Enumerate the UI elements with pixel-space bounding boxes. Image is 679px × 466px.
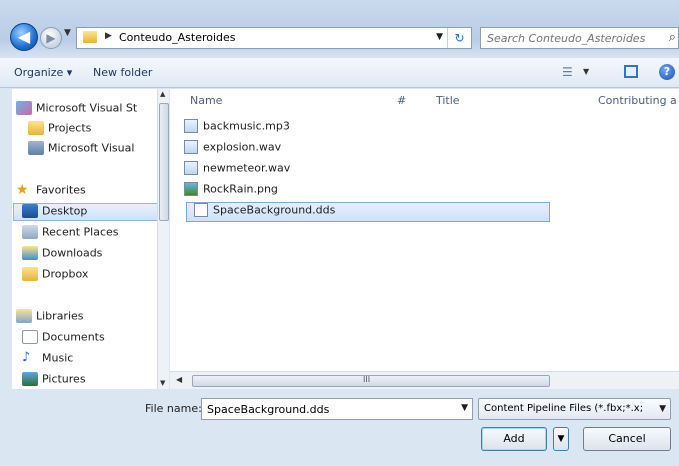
image-file-icon (184, 182, 198, 196)
nav-vertical-scrollbar[interactable]: ▲ ▼ (157, 89, 169, 389)
visual-studio-folder-icon (28, 141, 44, 155)
file-row[interactable]: backmusic.mp3 (184, 119, 634, 139)
audio-file-icon (184, 161, 198, 175)
chevron-down-icon[interactable]: ▼ (659, 404, 666, 414)
nav-item-desktop[interactable]: Desktop (13, 203, 168, 221)
folder-icon (28, 121, 44, 135)
file-row[interactable]: newmeteor.wav (184, 161, 634, 181)
scroll-grip: III (363, 375, 371, 384)
forward-arrow-icon: ▶ (46, 31, 56, 45)
preview-pane-icon[interactable] (624, 65, 638, 78)
breadcrumb-current-folder[interactable]: Conteudo_Asteroides (119, 31, 236, 44)
cancel-button[interactable]: Cancel (583, 427, 671, 451)
address-dropdown-icon[interactable]: ▼ (436, 32, 443, 42)
address-row: ◀ ▶ ▼ ▶ Conteudo_Asteroides ▼ ↻ ⌕ (0, 18, 679, 58)
nav-item-music[interactable]: ♪ Music (22, 351, 73, 369)
refresh-button[interactable]: ↻ (447, 28, 471, 48)
scroll-left-icon[interactable]: ◀ (176, 375, 182, 384)
nav-item-visual-studio[interactable]: Microsoft Visual St (16, 101, 137, 119)
file-name-combobox[interactable]: ▼ (201, 398, 473, 420)
recent-pages-dropdown-icon[interactable]: ▼ (64, 28, 71, 38)
file-name-input[interactable] (207, 401, 447, 417)
scroll-down-icon[interactable]: ▼ (160, 379, 165, 387)
help-icon[interactable]: ? (659, 64, 675, 80)
nav-item-libraries[interactable]: Libraries (16, 309, 84, 327)
column-header-contributing-artists[interactable]: Contributing a (598, 94, 677, 107)
file-type-select[interactable]: Content Pipeline Files (*.fbx;*.x; ▼ (478, 398, 671, 420)
file-row-selected[interactable]: SpaceBackground.dds (186, 202, 550, 222)
forward-button[interactable]: ▶ (40, 27, 62, 49)
file-name-label: File name: (145, 402, 202, 415)
nav-item-favorites[interactable]: ★ Favorites (16, 183, 86, 201)
file-row[interactable]: RockRain.png (184, 182, 634, 202)
navigation-pane: Microsoft Visual St Projects Microsoft V… (12, 89, 169, 389)
nav-item-microsoft-visual[interactable]: Microsoft Visual (28, 141, 134, 159)
star-icon: ★ (16, 182, 29, 198)
file-dialog-window: ◀ ▶ ▼ ▶ Conteudo_Asteroides ▼ ↻ ⌕ Organi… (0, 0, 679, 466)
column-header-number[interactable]: # (397, 94, 406, 107)
file-row[interactable]: explosion.wav (184, 140, 634, 160)
libraries-icon (16, 309, 32, 323)
file-list-horizontal-scrollbar[interactable]: ◀ III (170, 371, 679, 389)
nav-item-projects[interactable]: Projects (28, 121, 91, 139)
view-dropdown-icon[interactable]: ▼ (583, 67, 589, 76)
search-icon[interactable]: ⌕ (669, 30, 676, 45)
chevron-down-icon: ▼ (557, 434, 565, 444)
refresh-icon: ↻ (454, 31, 465, 45)
search-input[interactable] (487, 30, 657, 46)
nav-item-recent-places[interactable]: Recent Places (22, 225, 119, 243)
breadcrumb-chevron-icon[interactable]: ▶ (105, 31, 112, 41)
command-toolbar: Organize ▾ New folder ☰ ▼ ? (0, 58, 679, 88)
documents-icon (22, 330, 38, 344)
new-folder-button[interactable]: New folder (93, 66, 152, 79)
nav-item-documents[interactable]: Documents (22, 330, 105, 348)
back-arrow-icon: ◀ (17, 27, 31, 46)
file-list-scroll-thumb[interactable]: III (192, 375, 550, 387)
search-box[interactable]: ⌕ (480, 27, 679, 49)
pictures-icon (22, 372, 38, 386)
chevron-down-icon[interactable]: ▼ (461, 403, 468, 413)
generic-file-icon (194, 203, 208, 217)
desktop-icon (22, 204, 38, 218)
downloads-icon (22, 246, 38, 260)
scroll-up-icon[interactable]: ▲ (160, 90, 165, 98)
folder-icon (83, 31, 97, 43)
column-header-name[interactable]: Name (190, 94, 222, 107)
nav-scroll-thumb[interactable] (159, 103, 169, 221)
nav-item-pictures[interactable]: Pictures (22, 372, 86, 389)
change-view-icon[interactable]: ☰ (562, 65, 573, 79)
music-icon: ♪ (22, 350, 31, 365)
audio-file-icon (184, 140, 198, 154)
nav-item-downloads[interactable]: Downloads (22, 246, 102, 264)
column-header-title[interactable]: Title (436, 94, 460, 107)
back-button[interactable]: ◀ (10, 23, 38, 51)
audio-file-icon (184, 119, 198, 133)
file-list-pane: Name # Title Contributing a backmusic.mp… (170, 89, 679, 389)
organize-button[interactable]: Organize ▾ (14, 66, 72, 79)
add-button[interactable]: Add (481, 427, 547, 451)
nav-item-dropbox[interactable]: Dropbox (22, 267, 88, 285)
recent-places-icon (22, 225, 38, 239)
file-type-value: Content Pipeline Files (*.fbx;*.x; (484, 403, 644, 414)
address-bar[interactable]: ▶ Conteudo_Asteroides ▼ ↻ (76, 27, 472, 49)
dropbox-folder-icon (22, 267, 38, 281)
add-split-dropdown-button[interactable]: ▼ (553, 427, 569, 451)
visual-studio-icon (16, 101, 32, 115)
